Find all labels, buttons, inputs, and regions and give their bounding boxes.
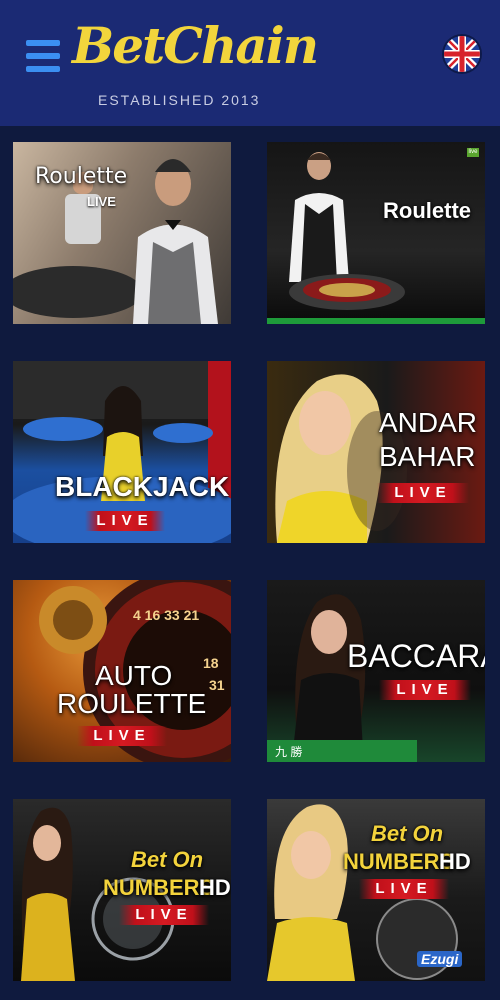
logo-text: BetChain: [72, 16, 319, 75]
game-tile-roulette[interactable]: live Roulette: [267, 142, 485, 324]
dealer-image: [267, 152, 485, 324]
game-title-line2: NUMBERS: [343, 849, 455, 874]
game-title-line1: Bet On: [131, 847, 204, 872]
betchain-logo[interactable]: BetChain ESTABLISHED 2013: [72, 6, 319, 112]
uk-flag-icon[interactable]: [444, 36, 480, 72]
hamburger-menu-icon[interactable]: [26, 38, 62, 74]
live-badge: LIVE: [87, 194, 116, 209]
live-badge: LIVE: [377, 483, 469, 503]
game-tile-bet-on-numbers-hd-live[interactable]: Bet On NUMBERS HD LIVE: [13, 799, 231, 981]
hd-label: HD: [199, 875, 231, 900]
provider-logo-ezugi: Ezugi: [417, 951, 463, 967]
game-title-line2: ROULETTE: [57, 688, 207, 719]
top-header: BetChain ESTABLISHED 2013: [0, 0, 500, 126]
game-title: Roulette: [383, 198, 471, 223]
live-badge: LIVE: [77, 726, 167, 746]
game-title-line1: Bet On: [371, 821, 444, 846]
game-tile-baccarat-live[interactable]: 九 勝 BACCARAT LIVE: [267, 580, 485, 762]
live-badge: LIVE: [359, 879, 449, 899]
svg-text:18: 18: [203, 655, 219, 671]
game-tile-andar-bahar-live[interactable]: ANDAR BAHAR LIVE: [267, 361, 485, 543]
game-title: Roulette: [35, 164, 128, 189]
game-tile-roulette-live[interactable]: Roulette LIVE: [13, 142, 231, 324]
live-badge: LIVE: [379, 680, 471, 700]
game-title-line1: ANDAR: [379, 407, 478, 438]
svg-text:九 勝: 九 勝: [275, 744, 302, 759]
game-tile-auto-roulette-live[interactable]: 4 16 33 21 18 31 AUTO ROULETTE LIVE: [13, 580, 231, 762]
game-title-line2: NUMBERS: [103, 875, 215, 900]
game-title: BLACKJACK: [55, 471, 230, 502]
svg-text:4 16 33 21: 4 16 33 21: [133, 607, 199, 623]
live-badge: LIVE: [119, 905, 209, 925]
live-badge: LIVE: [85, 511, 165, 531]
game-tile-blackjack-live[interactable]: BLACKJACK LIVE: [13, 361, 231, 543]
game-tile-bet-on-numbers-hd-live-2[interactable]: Bet On NUMBERS HD LIVE Ezugi: [267, 799, 485, 981]
game-title: BACCARAT: [347, 638, 485, 674]
live-games-grid: Roulette LIVE live Roulette BLACKJACK LI…: [0, 126, 500, 1000]
logo-tagline: ESTABLISHED 2013: [98, 92, 261, 108]
live-tag: live: [467, 148, 479, 157]
hd-label: HD: [439, 849, 471, 874]
game-title-line2: BAHAR: [379, 441, 476, 472]
svg-text:31: 31: [209, 677, 225, 693]
